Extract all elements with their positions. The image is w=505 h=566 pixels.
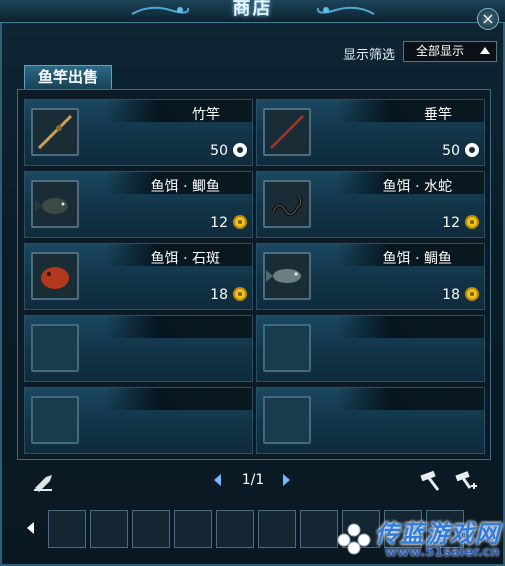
item-name: 鱼饵 · 鲷鱼 — [382, 251, 452, 267]
shop-item-slot[interactable]: 鱼饵 · 水蛇 12 — [256, 171, 485, 238]
slot-header-stripe — [337, 316, 484, 338]
watermark-url: www.51saier.cn — [385, 545, 500, 560]
item-icon-frame — [263, 252, 311, 300]
site-watermark: 传蓝游戏网 www.51saier.cn — [330, 512, 505, 566]
shop-item-slot[interactable]: 鱼饵 · 鲷鱼 18 — [256, 243, 485, 310]
item-icon-frame — [31, 180, 79, 228]
item-price: 12 — [210, 215, 228, 231]
empty-item-slot[interactable] — [24, 387, 253, 454]
page-indicator: 1/1 — [241, 472, 265, 488]
bag-slot[interactable] — [48, 510, 86, 548]
item-name: 鱼饵 · 水蛇 — [382, 179, 452, 195]
watermark-text: 传蓝游戏网 — [375, 520, 500, 548]
hanging-rod-icon — [270, 115, 304, 149]
title-bar: 商店 — [0, 0, 505, 23]
bag-slot[interactable] — [216, 510, 254, 548]
item-icon-frame — [263, 324, 311, 372]
empty-item-slot[interactable] — [256, 387, 485, 454]
filter-selected-value: 全部显示 — [416, 44, 465, 58]
item-icon-frame — [31, 108, 79, 156]
grouper-fish-icon — [41, 267, 69, 289]
watermark-logo-icon — [337, 523, 371, 555]
item-price: 18 — [210, 287, 228, 303]
hammer-icon[interactable] — [418, 470, 442, 492]
close-button[interactable]: × — [477, 8, 499, 30]
silver-coin-icon — [233, 143, 247, 157]
empty-item-slot[interactable] — [24, 315, 253, 382]
gold-coin-icon — [233, 287, 247, 301]
bag-slot[interactable] — [174, 510, 212, 548]
bag-slot[interactable] — [132, 510, 170, 548]
item-price: 12 — [442, 215, 460, 231]
empty-item-slot[interactable] — [256, 315, 485, 382]
sell-tag-icon[interactable] — [32, 470, 56, 492]
slot-header-stripe — [105, 316, 252, 338]
shop-item-slot[interactable]: 竹竿 50 — [24, 99, 253, 166]
shop-item-slot[interactable]: 垂竿 50 — [256, 99, 485, 166]
close-icon: × — [481, 9, 495, 28]
item-icon-frame — [31, 252, 79, 300]
window-title: 商店 — [232, 0, 273, 19]
hammer-plus-icon[interactable] — [454, 470, 478, 492]
gold-coin-icon — [233, 215, 247, 229]
crucian-fish-icon — [35, 198, 68, 214]
item-icon-frame — [31, 324, 79, 372]
item-icon-frame — [263, 180, 311, 228]
item-name: 鱼饵 · 鲫鱼 — [150, 179, 220, 195]
item-name: 垂竿 — [424, 107, 452, 123]
silver-coin-icon — [465, 143, 479, 157]
item-grid-panel: 竹竿 50 垂竿 50 鱼饵 · 鲫鱼 12 鱼饵 · 水蛇 12 鱼饵 · 石… — [17, 89, 491, 460]
gold-coin-icon — [465, 287, 479, 301]
prev-page-icon[interactable] — [214, 474, 221, 486]
filter-label: 显示筛选 — [343, 48, 396, 63]
bag-slot[interactable] — [258, 510, 296, 548]
item-icon-frame — [263, 396, 311, 444]
item-price: 18 — [442, 287, 460, 303]
title-ornament-right-icon — [316, 6, 375, 15]
dropdown-arrow-icon — [480, 47, 490, 54]
title-ornament-left-icon — [131, 6, 190, 15]
item-name: 鱼饵 · 石斑 — [150, 251, 220, 267]
bamboo-rod-icon — [37, 114, 73, 150]
item-icon-frame — [263, 108, 311, 156]
tab-rod-sale[interactable]: 鱼竿出售 — [24, 65, 112, 89]
item-icon-frame — [31, 396, 79, 444]
slot-header-stripe — [337, 388, 484, 410]
filter-dropdown[interactable]: 全部显示 — [403, 41, 497, 62]
water-snake-icon — [271, 195, 303, 217]
slot-header-stripe — [105, 388, 252, 410]
slot-header-stripe — [105, 100, 252, 122]
shop-item-slot[interactable]: 鱼饵 · 石斑 18 — [24, 243, 253, 310]
bream-fish-icon — [266, 269, 301, 283]
item-price: 50 — [442, 143, 460, 159]
bag-slot[interactable] — [90, 510, 128, 548]
bag-scroll-left-icon[interactable] — [27, 522, 34, 534]
slot-header-stripe — [337, 100, 484, 122]
item-name: 竹竿 — [192, 107, 220, 123]
pagination: 1/1 — [212, 472, 292, 490]
gold-coin-icon — [465, 215, 479, 229]
item-price: 50 — [210, 143, 228, 159]
next-page-icon[interactable] — [283, 474, 290, 486]
shop-item-slot[interactable]: 鱼饵 · 鲫鱼 12 — [24, 171, 253, 238]
